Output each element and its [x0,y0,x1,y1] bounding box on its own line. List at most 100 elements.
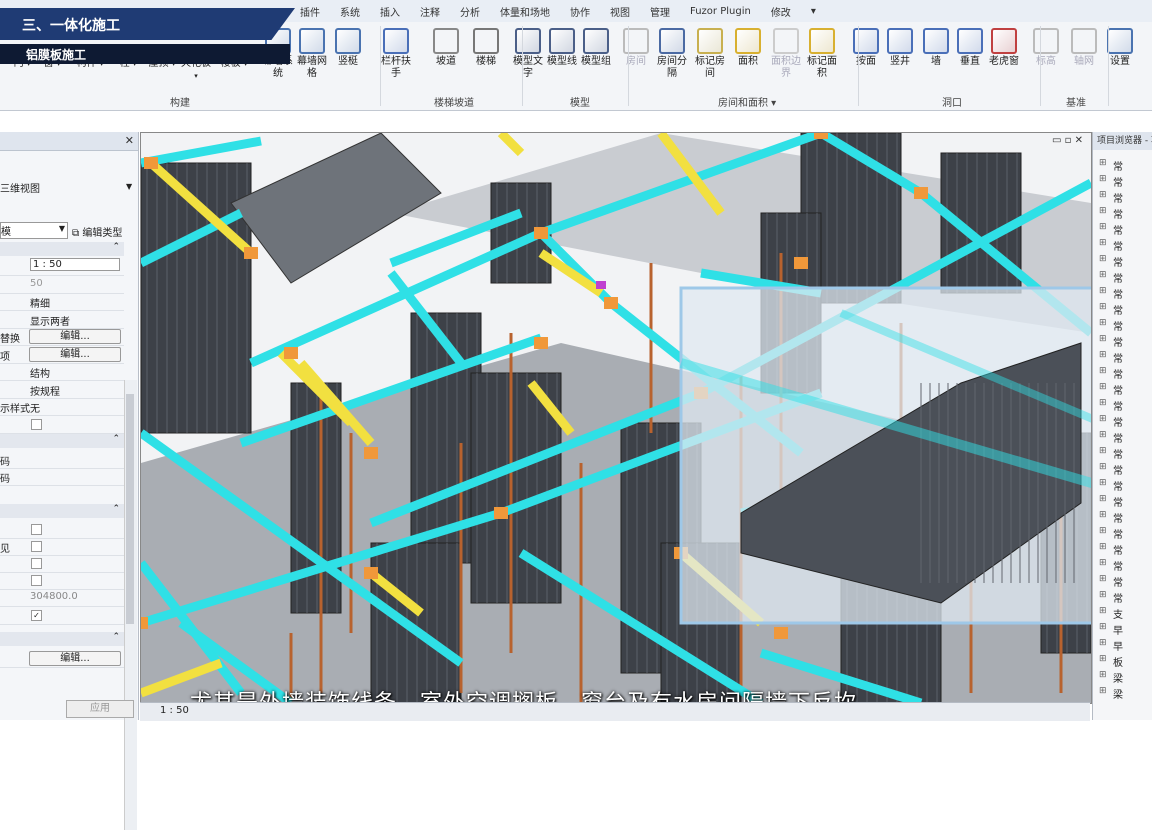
browser-item[interactable]: 常 [1113,382,1123,397]
browser-item[interactable]: 常 [1113,574,1123,589]
stair-button[interactable]: 楼梯 [468,28,504,68]
expand-icon[interactable]: ⊞ [1099,558,1107,568]
by-face-button[interactable]: 按面 [848,28,884,68]
area-boundary-button[interactable]: 面积边界 [768,28,804,80]
menu-item-6[interactable]: 协作 [560,4,600,19]
room-separator-button[interactable]: 房间分隔 [654,28,690,80]
browser-item[interactable]: 常 [1113,270,1123,285]
browser-item[interactable]: 早 [1113,622,1123,637]
expand-icon[interactable]: ⊞ [1099,670,1107,680]
expand-icon[interactable]: ⊞ [1099,414,1107,424]
browser-item[interactable]: 常 [1113,238,1123,253]
viewport-controls[interactable]: ▭ ▫ ✕ [1052,135,1083,146]
browser-item[interactable]: 常 [1113,318,1123,333]
view-scale[interactable]: 1 : 50 [160,705,189,716]
chevron-down-icon[interactable]: ▼ [126,182,132,191]
browser-item[interactable]: 梁 [1113,670,1123,685]
expand-icon[interactable]: ⊞ [1099,366,1107,376]
expand-icon[interactable]: ⊞ [1099,462,1107,472]
expand-icon[interactable]: ⊞ [1099,638,1107,648]
property-row[interactable] [0,555,124,573]
edit-type-button[interactable]: ⧉ 编辑类型 [72,224,122,239]
property-row[interactable]: 按规程 [0,381,124,399]
section-header[interactable]: ⌃ [0,631,124,646]
menu-item-5[interactable]: 体量和场地 [490,4,560,19]
expand-icon[interactable]: ⊞ [1099,382,1107,392]
browser-item[interactable]: 常 [1113,222,1123,237]
tag-room-button[interactable]: 标记房间 [692,28,728,80]
menu-item-11[interactable]: ▾ [801,6,826,17]
browser-item[interactable]: 常 [1113,494,1123,509]
property-row[interactable]: 码 [0,451,124,469]
checkbox[interactable] [31,418,42,430]
edit-button[interactable]: 编辑... [29,650,121,666]
expand-icon[interactable]: ⊞ [1099,350,1107,360]
browser-item[interactable]: 常 [1113,446,1123,461]
browser-item[interactable]: 常 [1113,158,1123,173]
browser-item[interactable]: 常 [1113,510,1123,525]
expand-icon[interactable]: ⊞ [1099,590,1107,600]
expand-icon[interactable]: ⊞ [1099,398,1107,408]
expand-icon[interactable]: ⊞ [1099,206,1107,216]
expand-icon[interactable]: ⊞ [1099,542,1107,552]
property-row[interactable] [0,521,124,539]
model-group-button[interactable]: 模型组 [578,28,614,68]
expand-icon[interactable]: ⊞ [1099,686,1107,696]
browser-item[interactable]: 常 [1113,430,1123,445]
browser-item[interactable]: 常 [1113,478,1123,493]
menu-item-8[interactable]: 管理 [640,4,680,19]
browser-item[interactable]: 常 [1113,302,1123,317]
property-row[interactable]: 结构 [0,363,124,381]
tag-area-button[interactable]: 标记面积 [804,28,840,80]
section-header[interactable]: ⌃ [0,503,124,518]
menu-item-3[interactable]: 注释 [410,4,450,19]
browser-item[interactable]: 常 [1113,590,1123,605]
browser-item[interactable]: 常 [1113,334,1123,349]
expand-icon[interactable]: ⊞ [1099,478,1107,488]
expand-icon[interactable]: ⊞ [1099,334,1107,344]
dormer-button[interactable]: 老虎窗 [986,28,1022,68]
menu-item-10[interactable]: 修改 [761,4,801,19]
browser-item[interactable]: 常 [1113,286,1123,301]
browser-item[interactable]: 板 [1113,654,1123,669]
property-row[interactable]: 304800.0 [0,589,124,608]
menu-item-1[interactable]: 系统 [330,4,370,19]
browser-item[interactable]: 常 [1113,558,1123,573]
section-graphics[interactable]: ⌃ [0,242,124,256]
property-row[interactable]: 1 : 50 [0,258,124,276]
expand-icon[interactable]: ⊞ [1099,302,1107,312]
browser-item[interactable]: 常 [1113,526,1123,541]
browser-item[interactable]: 梁 [1113,686,1123,701]
expand-icon[interactable]: ⊞ [1099,446,1107,456]
expand-icon[interactable]: ⊞ [1099,286,1107,296]
expand-icon[interactable]: ⊞ [1099,270,1107,280]
property-row[interactable]: 50 [0,276,124,294]
browser-item[interactable]: 常 [1113,542,1123,557]
shaft-button[interactable]: 竖井 [882,28,918,68]
browser-item[interactable]: 常 [1113,190,1123,205]
railing-button[interactable]: 栏杆扶手 [378,28,414,80]
browser-item[interactable]: 支 [1113,606,1123,621]
browser-item[interactable]: 常 [1113,174,1123,189]
level-button[interactable]: 标高 [1028,28,1064,68]
edit-button[interactable]: 编辑... [29,346,121,362]
3d-viewport[interactable]: ▭ ▫ ✕ [140,132,1092,704]
expand-icon[interactable]: ⊞ [1099,158,1107,168]
browser-item[interactable]: 常 [1113,366,1123,381]
browser-item[interactable]: 常 [1113,254,1123,269]
property-row[interactable]: 显示两者 [0,311,124,329]
checkbox[interactable]: ✓ [31,609,42,621]
vertical-button[interactable]: 垂直 [952,28,988,68]
type-selector[interactable]: 模 ▼ [0,222,68,239]
wall-opening-button[interactable]: 墙 [918,28,954,68]
expand-icon[interactable]: ⊞ [1099,494,1107,504]
expand-icon[interactable]: ⊞ [1099,606,1107,616]
menu-item-7[interactable]: 视图 [600,4,640,19]
close-icon[interactable]: ✕ [125,134,134,147]
menu-item-4[interactable]: 分析 [450,4,490,19]
browser-item[interactable]: 常 [1113,414,1123,429]
section-header[interactable]: ⌃ [0,433,124,448]
menu-item-9[interactable]: Fuzor Plugin [680,6,761,17]
model-text-button[interactable]: 模型文字 [510,28,546,80]
expand-icon[interactable]: ⊞ [1099,174,1107,184]
